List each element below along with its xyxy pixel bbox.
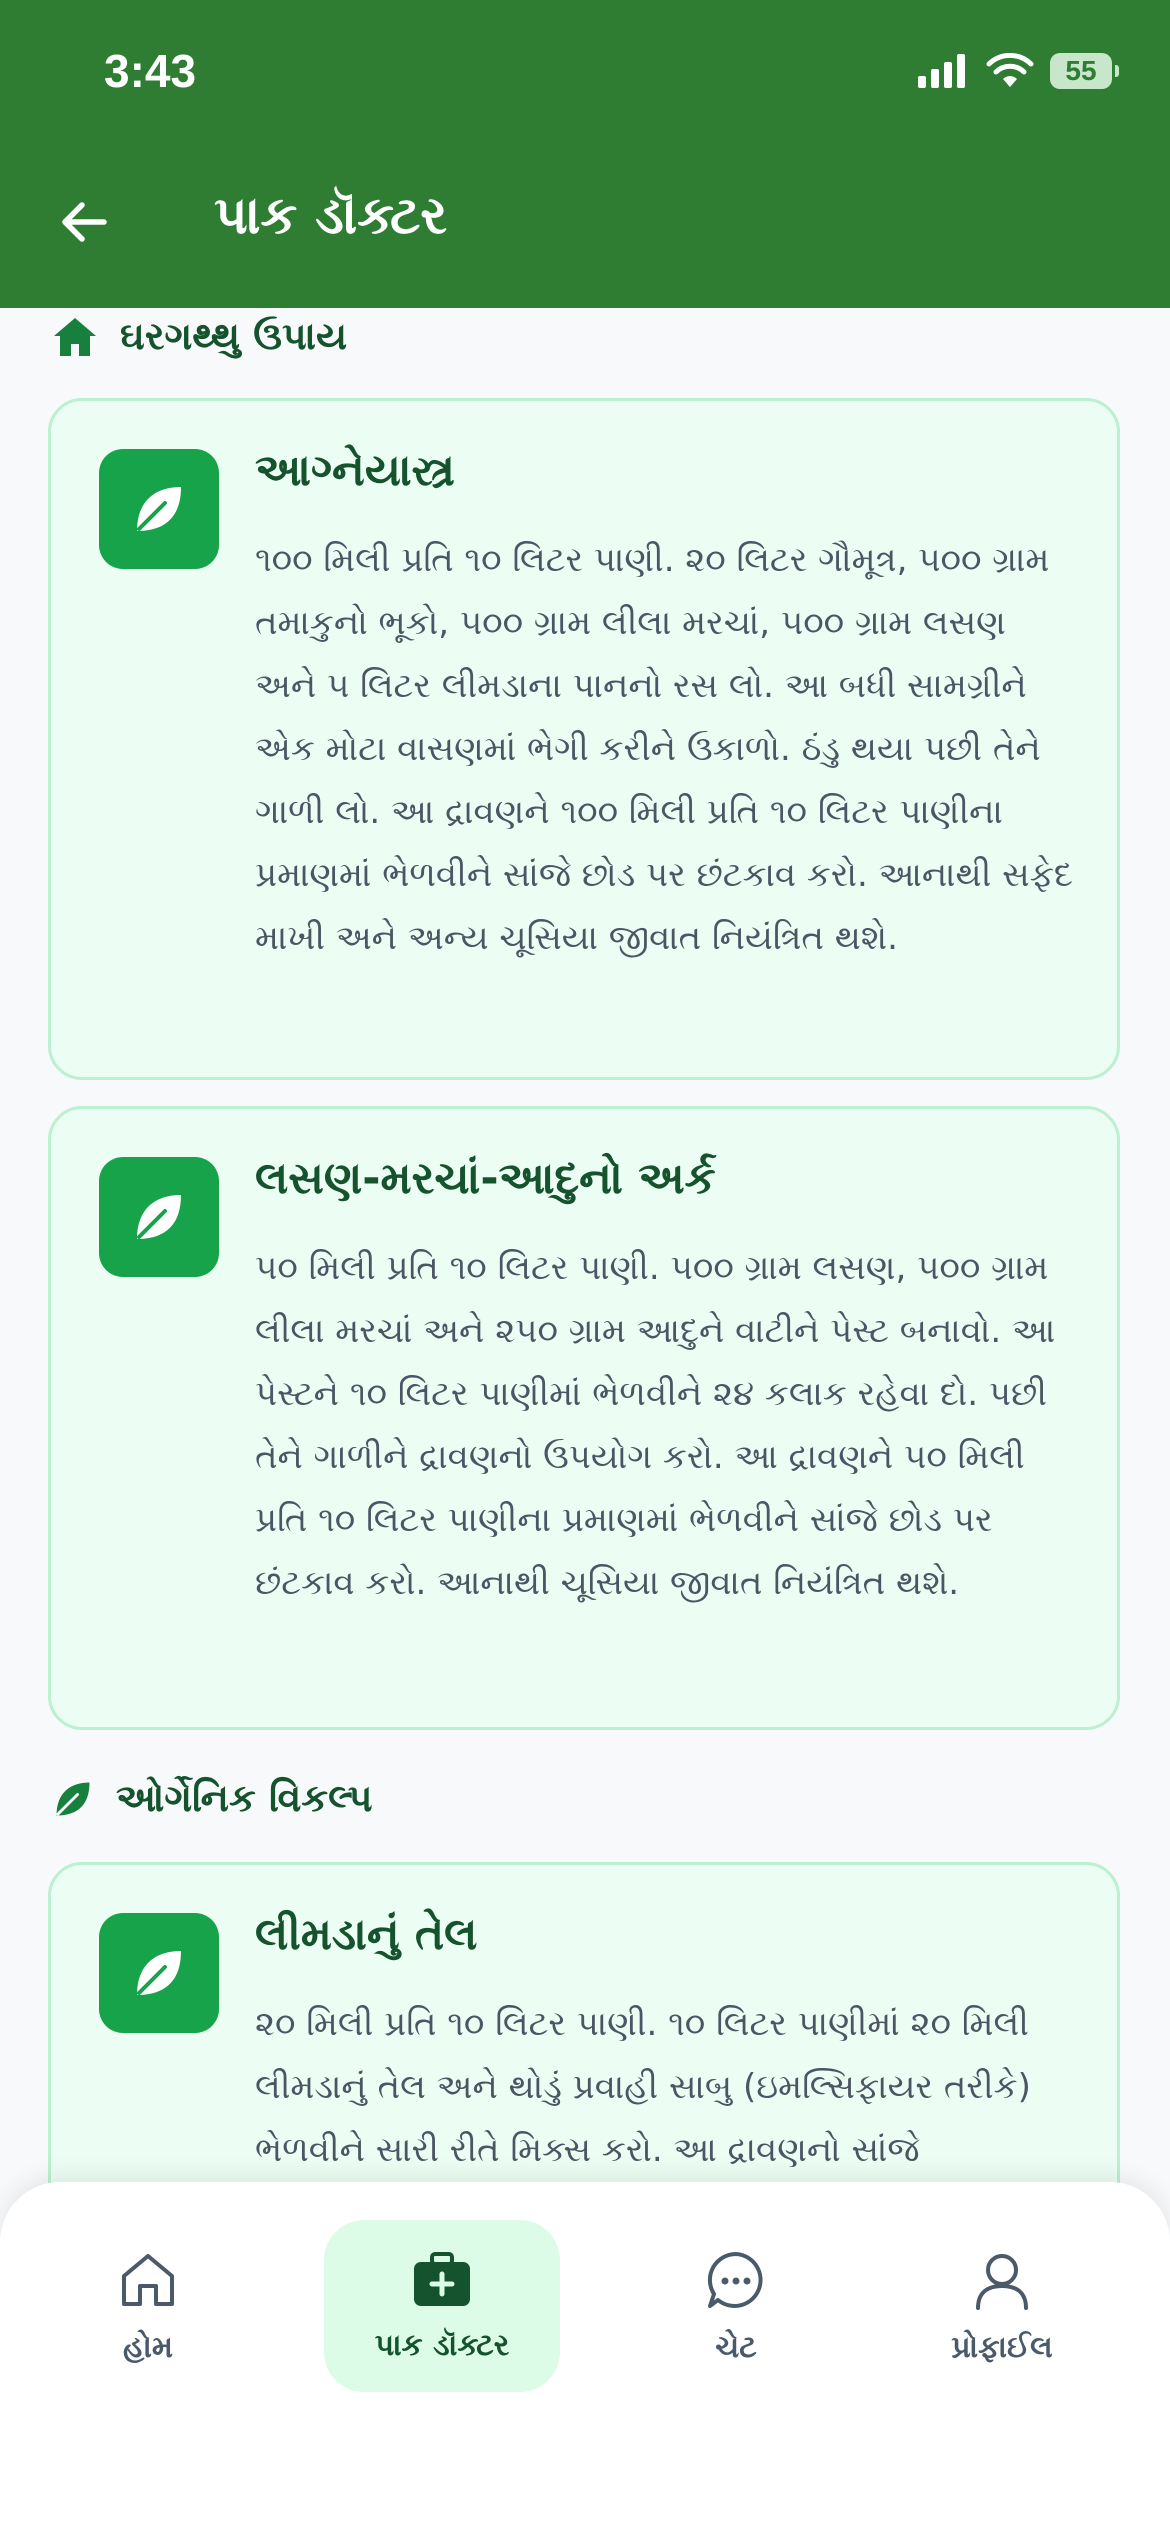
status-time: 3:43 — [104, 45, 197, 97]
section-organic-options: ઓર્ગેનિક વિકલ્પ — [52, 1776, 373, 1821]
medical-kit-icon — [414, 2251, 470, 2306]
page-title: પાક ડૉક્ટર — [214, 186, 448, 246]
card-leaf-badge — [99, 449, 219, 569]
app-header: 3:43 55 પાક ડૉક્ટર — [0, 0, 1170, 308]
card-description: ૧૦૦ મિલી પ્રતિ ૧૦ લિટર પાણી. ૨૦ લિટર ગૌમ… — [255, 540, 1073, 958]
nav-crop-doctor[interactable]: પાક ડૉક્ટર — [324, 2220, 560, 2392]
chat-bubble-icon — [707, 2251, 763, 2308]
card-description: ૨૦ મિલી પ્રતિ ૧૦ લિટર પાણી. ૧૦ લિટર પાણી… — [255, 2004, 1031, 2170]
remedy-card[interactable]: લીમડાનું તેલ ૨૦ મિલી પ્રતિ ૧૦ લિટર પાણી.… — [48, 1862, 1120, 2188]
card-title: આગ્નેયાસ્ત્ર — [255, 445, 455, 496]
home-outline-icon — [122, 2253, 174, 2306]
battery-icon: 55 — [1050, 53, 1119, 89]
leaf-icon — [137, 1951, 181, 1995]
card-leaf-badge — [99, 1913, 219, 2033]
section-title: ઓર્ગેનિક વિકલ્પ — [116, 1776, 373, 1820]
leaf-icon — [137, 1195, 181, 1239]
wifi-icon — [986, 53, 1034, 87]
nav-home[interactable]: હોમ — [30, 2220, 266, 2392]
leaf-icon — [56, 1782, 90, 1815]
home-icon — [54, 317, 96, 356]
card-leaf-badge — [99, 1157, 219, 1277]
nav-label: હોમ — [122, 2329, 173, 2365]
section-title: ઘરગથ્થુ ઉપાય — [120, 314, 348, 358]
nav-chat[interactable]: ચેટ — [618, 2220, 854, 2392]
card-description: ૫૦ મિલી પ્રતિ ૧૦ લિટર પાણી. ૫૦૦ ગ્રામ લસ… — [255, 1248, 1056, 1603]
remedy-card[interactable]: આગ્નેયાસ્ત્ર ૧૦૦ મિલી પ્રતિ ૧૦ લિટર પાણી… — [48, 398, 1120, 1080]
nav-label: ચેટ — [715, 2329, 757, 2365]
person-icon — [976, 2253, 1028, 2310]
leaf-icon — [137, 487, 181, 531]
section-home-remedies: ઘરગથ્થુ ઉપાય — [52, 314, 347, 359]
card-title: લસણ-મરચાં-આદુનો અર્ક — [255, 1153, 716, 1204]
card-title: લીમડાનું તેલ — [255, 1909, 478, 1960]
bottom-navigation: હોમ પાક ડૉક્ટર ચેટ પ્રોફાઈલ — [0, 2182, 1170, 2532]
status-icons: 55 — [918, 50, 1119, 92]
back-arrow-icon[interactable] — [54, 192, 114, 252]
remedy-card[interactable]: લસણ-મરચાં-આદુનો અર્ક ૫૦ મિલી પ્રતિ ૧૦ લિ… — [48, 1106, 1120, 1730]
cellular-signal-icon — [918, 54, 965, 88]
nav-label: પ્રોફાઈલ — [951, 2329, 1053, 2365]
nav-profile[interactable]: પ્રોફાઈલ — [884, 2220, 1120, 2392]
content-scroll[interactable]: ઘરગથ્થુ ઉપાય આગ્નેયાસ્ત્ર ૧૦૦ મિલી પ્રતિ… — [0, 308, 1170, 2188]
nav-label: પાક ડૉક્ટર — [374, 2327, 510, 2363]
